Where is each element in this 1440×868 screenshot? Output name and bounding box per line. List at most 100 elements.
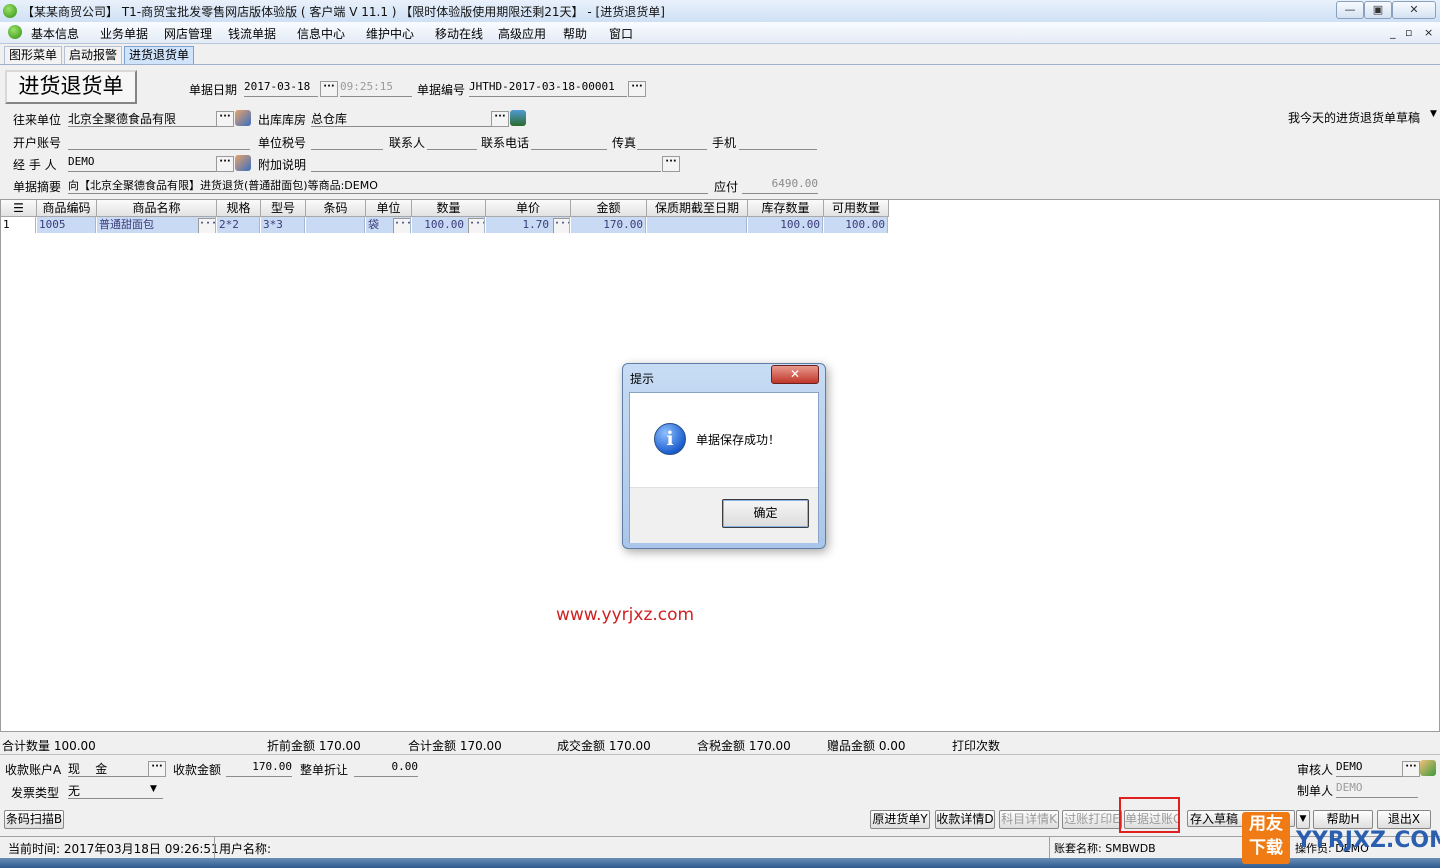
menu-advanced[interactable]: 高级应用 (498, 25, 546, 42)
menu-basic-info[interactable]: 基本信息 (31, 25, 79, 42)
menu-info-center[interactable]: 信息中心 (297, 25, 345, 42)
minimize-button[interactable]: — (1336, 1, 1364, 19)
summary-field[interactable]: 向【北京全聚德食品有限】进货退货(普通甜面包)等商品:DEMO (68, 177, 708, 194)
subject-detail-button[interactable]: 科目详情K (999, 810, 1059, 829)
warehouse-field[interactable]: 总仓库 (311, 110, 491, 127)
row-index: 1 (1, 217, 36, 233)
grid-corner[interactable]: ☰ (1, 200, 37, 217)
barcode-scan-button[interactable]: 条码扫描B (4, 810, 64, 829)
col-header-barcode[interactable]: 条码 (306, 200, 366, 217)
col-header-expiry[interactable]: 保质期截至日期 (647, 200, 748, 217)
auditor-field[interactable]: DEMO (1336, 760, 1402, 777)
mdi-close-button[interactable]: × (1424, 26, 1433, 39)
col-header-amount[interactable]: 金额 (571, 200, 647, 217)
menu-window[interactable]: 窗口 (609, 25, 633, 42)
cell-price[interactable]: 1.70 ··· (486, 217, 570, 233)
cell-code[interactable]: 1005 (37, 217, 96, 233)
date-label: 单据日期 (189, 83, 238, 97)
dialog-title: 提示 (630, 372, 655, 386)
chevron-down-icon: ▼ (150, 784, 157, 794)
date-field[interactable]: 2017-03-18 (244, 80, 318, 97)
menu-maintenance[interactable]: 维护中心 (366, 25, 414, 42)
col-header-unit[interactable]: 单位 (366, 200, 412, 217)
status-user: 用户名称: (219, 842, 272, 856)
cell-amount[interactable]: 170.00 (571, 217, 646, 233)
add-user-icon[interactable] (1420, 760, 1436, 776)
partner-field[interactable]: 北京全聚德食品有限 (68, 110, 216, 127)
menu-app-icon (8, 25, 22, 39)
fax-field[interactable] (637, 133, 707, 150)
status-divider (1049, 837, 1050, 859)
menu-online-store[interactable]: 网店管理 (164, 25, 212, 42)
contact-field[interactable] (427, 133, 477, 150)
tab-purchase-return[interactable]: 进货退货单 (124, 46, 195, 64)
help-button[interactable]: 帮助H (1313, 810, 1373, 829)
note-button[interactable]: ··· (662, 156, 680, 172)
number-button[interactable]: ··· (628, 81, 646, 97)
original-order-button[interactable]: 原进货单Y (870, 810, 930, 829)
col-header-name[interactable]: 商品名称 (97, 200, 217, 217)
partner-user-icon[interactable] (235, 110, 251, 126)
menu-help[interactable]: 帮助 (563, 25, 587, 42)
note-field[interactable] (311, 155, 661, 172)
col-header-qty[interactable]: 数量 (412, 200, 486, 217)
qty-button[interactable]: ··· (468, 218, 484, 233)
price-button[interactable]: ··· (553, 218, 569, 233)
taskbar (0, 858, 1440, 868)
date-picker-button[interactable]: ··· (320, 81, 338, 97)
mdi-restore-button[interactable]: ▫ (1405, 26, 1412, 39)
tax-number-field[interactable] (311, 133, 383, 150)
col-header-price[interactable]: 单价 (486, 200, 571, 217)
ok-button[interactable]: 确定 (722, 499, 809, 528)
handler-field[interactable]: DEMO (68, 155, 216, 172)
auditor-select-button[interactable]: ··· (1402, 761, 1420, 777)
col-header-available[interactable]: 可用数量 (824, 200, 889, 217)
cell-barcode[interactable] (306, 217, 365, 233)
message-dialog: 提示 ✕ i 单据保存成功！ 确定 (622, 363, 826, 549)
cell-expiry[interactable] (647, 217, 747, 233)
col-header-code[interactable]: 商品编码 (37, 200, 97, 217)
warehouse-home-icon[interactable] (510, 110, 526, 126)
cell-name[interactable]: 普通甜面包 ··· (97, 217, 216, 233)
save-draft-dropdown[interactable]: ▼ (1296, 810, 1310, 829)
form-header: 进货退货单 单据日期 2017-03-18 ··· 09:25:15 单据编号 … (0, 65, 1440, 199)
phone-field[interactable] (531, 133, 607, 150)
receive-account-button[interactable]: ··· (148, 761, 166, 777)
tab-startup-alert[interactable]: 启动报警 (64, 46, 123, 64)
menu-business-docs[interactable]: 业务单据 (100, 25, 148, 42)
menu-mobile-online[interactable]: 移动在线 (435, 25, 483, 42)
mdi-minimize-button[interactable]: _ (1390, 26, 1396, 39)
handler-user-icon[interactable] (235, 155, 251, 171)
col-header-model[interactable]: 型号 (261, 200, 306, 217)
post-print-button[interactable]: 过账打印E (1062, 810, 1122, 829)
menu-cashflow-docs[interactable]: 钱流单据 (228, 25, 276, 42)
cell-spec[interactable]: 2*2 (217, 217, 260, 233)
receive-amount-field[interactable]: 170.00 (226, 760, 292, 777)
close-button[interactable]: ✕ (1392, 1, 1436, 19)
time-field[interactable]: 09:25:15 (340, 80, 412, 97)
discount-field[interactable]: 0.00 (354, 760, 418, 777)
cell-qty[interactable]: 100.00 ··· (412, 217, 485, 233)
cell-model[interactable]: 3*3 (261, 217, 305, 233)
dialog-body: i 单据保存成功！ 确定 (629, 392, 819, 543)
receive-account-field[interactable]: 现 金 (68, 760, 148, 777)
maximize-button[interactable]: ▣ (1364, 1, 1392, 19)
col-header-stock[interactable]: 库存数量 (748, 200, 824, 217)
exit-button[interactable]: 退出X (1377, 810, 1431, 829)
warehouse-select-button[interactable]: ··· (491, 111, 509, 127)
highlight-box (1119, 797, 1180, 833)
draft-dropdown[interactable]: 我今天的进货退货单草稿 ▼ (1288, 109, 1438, 125)
invoice-type-select[interactable]: 无 ▼ (68, 782, 163, 799)
name-select-button[interactable]: ··· (198, 218, 215, 233)
handler-select-button[interactable]: ··· (216, 156, 234, 172)
cell-unit[interactable]: 袋 ··· (366, 217, 411, 233)
unit-select-button[interactable]: ··· (393, 218, 410, 233)
receipt-detail-button[interactable]: 收款详情D (935, 810, 995, 829)
partner-select-button[interactable]: ··· (216, 111, 234, 127)
mobile-field[interactable] (739, 133, 817, 150)
dialog-close-button[interactable]: ✕ (771, 365, 819, 384)
col-header-spec[interactable]: 规格 (217, 200, 261, 217)
tab-graphic-menu[interactable]: 图形菜单 (4, 46, 63, 64)
bank-account-field[interactable] (68, 133, 250, 150)
number-field[interactable]: JHTHD-2017-03-18-00001 (469, 80, 627, 97)
